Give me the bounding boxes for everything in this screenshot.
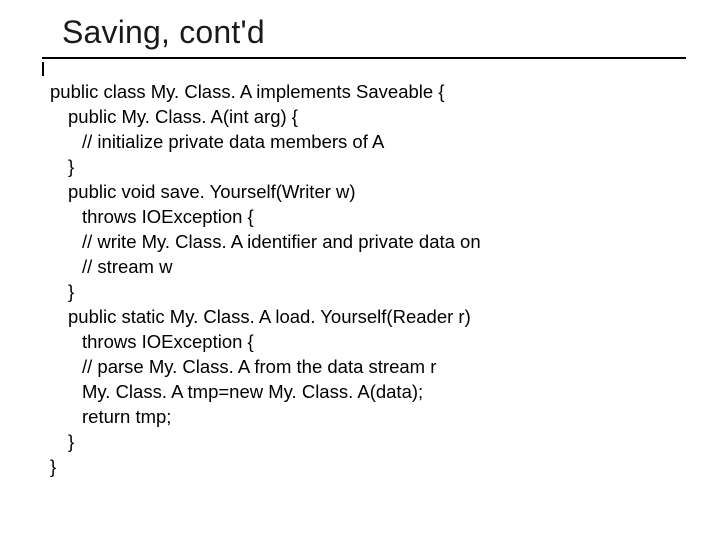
code-line: public class My. Class. A implements Sav… bbox=[50, 80, 680, 105]
code-line: public static My. Class. A load. Yoursel… bbox=[50, 305, 680, 330]
code-line: // write My. Class. A identifier and pri… bbox=[50, 230, 680, 255]
code-block: public class My. Class. A implements Sav… bbox=[50, 80, 680, 480]
code-line: } bbox=[50, 280, 680, 305]
title-underline bbox=[42, 57, 686, 59]
code-line: } bbox=[50, 455, 680, 480]
slide-title: Saving, cont'd bbox=[62, 14, 680, 51]
code-line: } bbox=[50, 430, 680, 455]
title-area: Saving, cont'd bbox=[62, 14, 680, 59]
code-line: return tmp; bbox=[50, 405, 680, 430]
code-line: throws IOException { bbox=[50, 205, 680, 230]
code-line: throws IOException { bbox=[50, 330, 680, 355]
code-line: // initialize private data members of A bbox=[50, 130, 680, 155]
title-tick-mark bbox=[42, 62, 44, 76]
code-line: public My. Class. A(int arg) { bbox=[50, 105, 680, 130]
code-line: // stream w bbox=[50, 255, 680, 280]
code-line: My. Class. A tmp=new My. Class. A(data); bbox=[50, 380, 680, 405]
slide: Saving, cont'd public class My. Class. A… bbox=[0, 0, 720, 540]
code-line: // parse My. Class. A from the data stre… bbox=[50, 355, 680, 380]
code-line: } bbox=[50, 155, 680, 180]
code-line: public void save. Yourself(Writer w) bbox=[50, 180, 680, 205]
